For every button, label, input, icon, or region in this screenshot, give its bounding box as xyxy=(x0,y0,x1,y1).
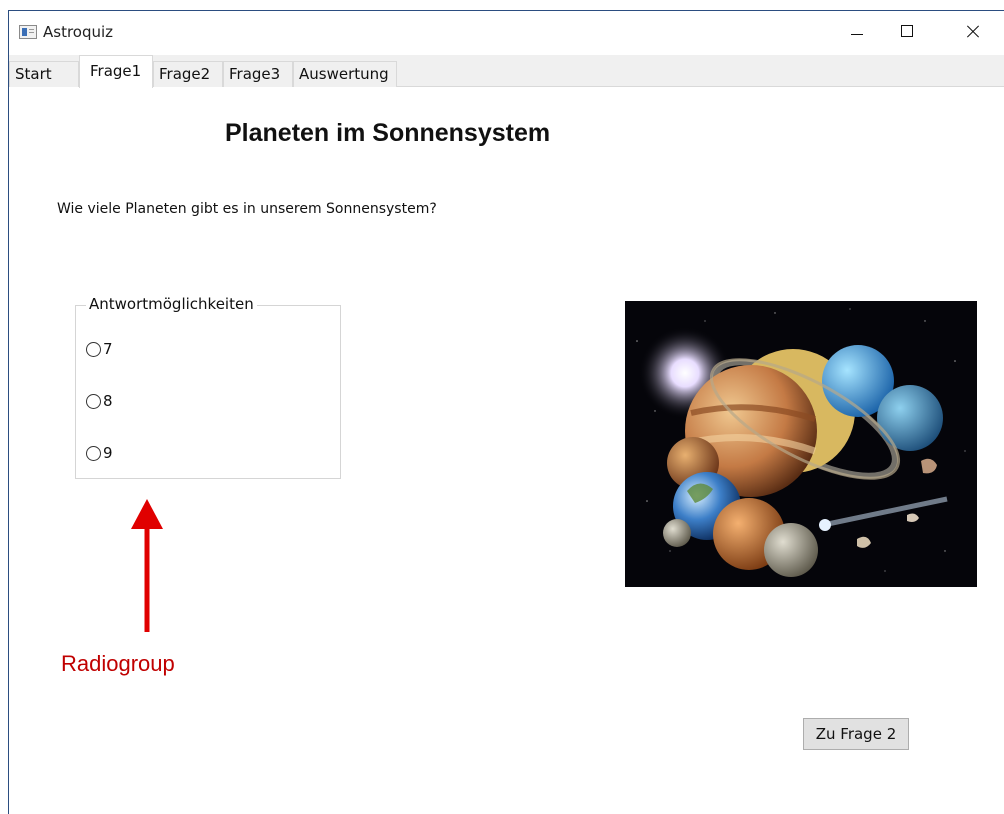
radio-button-icon[interactable] xyxy=(86,342,101,357)
tab-start[interactable]: Start xyxy=(9,61,79,87)
radio-option-label[interactable]: 9 xyxy=(103,444,113,462)
radiogroup-annotation: Radiogroup xyxy=(61,651,175,676)
solar-system-image xyxy=(625,301,977,587)
radio-option-label[interactable]: 7 xyxy=(103,340,113,358)
title-bar: Astroquiz xyxy=(9,11,1004,55)
red-arrow-up-icon xyxy=(131,499,163,632)
maximize-icon[interactable] xyxy=(885,11,931,55)
radio-group-title: Antwortmöglichkeiten xyxy=(86,295,257,313)
tab-strip: Start Frage1 Frage2 Frage3 Auswertung xyxy=(9,55,1004,88)
page-title: Planeten im Sonnensystem xyxy=(225,119,551,147)
next-question-button[interactable]: Zu Frage 2 xyxy=(803,718,909,750)
tab-frage2[interactable]: Frage2 xyxy=(153,61,223,87)
tab-frage1[interactable]: Frage1 xyxy=(79,55,153,88)
close-icon[interactable] xyxy=(951,11,997,55)
tab-frage3[interactable]: Frage3 xyxy=(223,61,293,87)
answer-radio-group: Antwortmöglichkeiten 7 8 9 xyxy=(75,295,341,479)
app-window-icon xyxy=(19,25,37,39)
minimize-icon[interactable] xyxy=(835,11,881,55)
window-title: Astroquiz xyxy=(43,23,114,41)
tab-auswertung[interactable]: Auswertung xyxy=(293,61,397,87)
app-window: Astroquiz Start Frage1 Frage2 Frage3 Aus… xyxy=(8,10,1004,814)
radio-button-icon[interactable] xyxy=(86,446,101,461)
question-text: Wie viele Planeten gibt es in unserem So… xyxy=(57,201,437,217)
radio-option-label[interactable]: 8 xyxy=(103,392,113,410)
radio-button-icon[interactable] xyxy=(86,394,101,409)
